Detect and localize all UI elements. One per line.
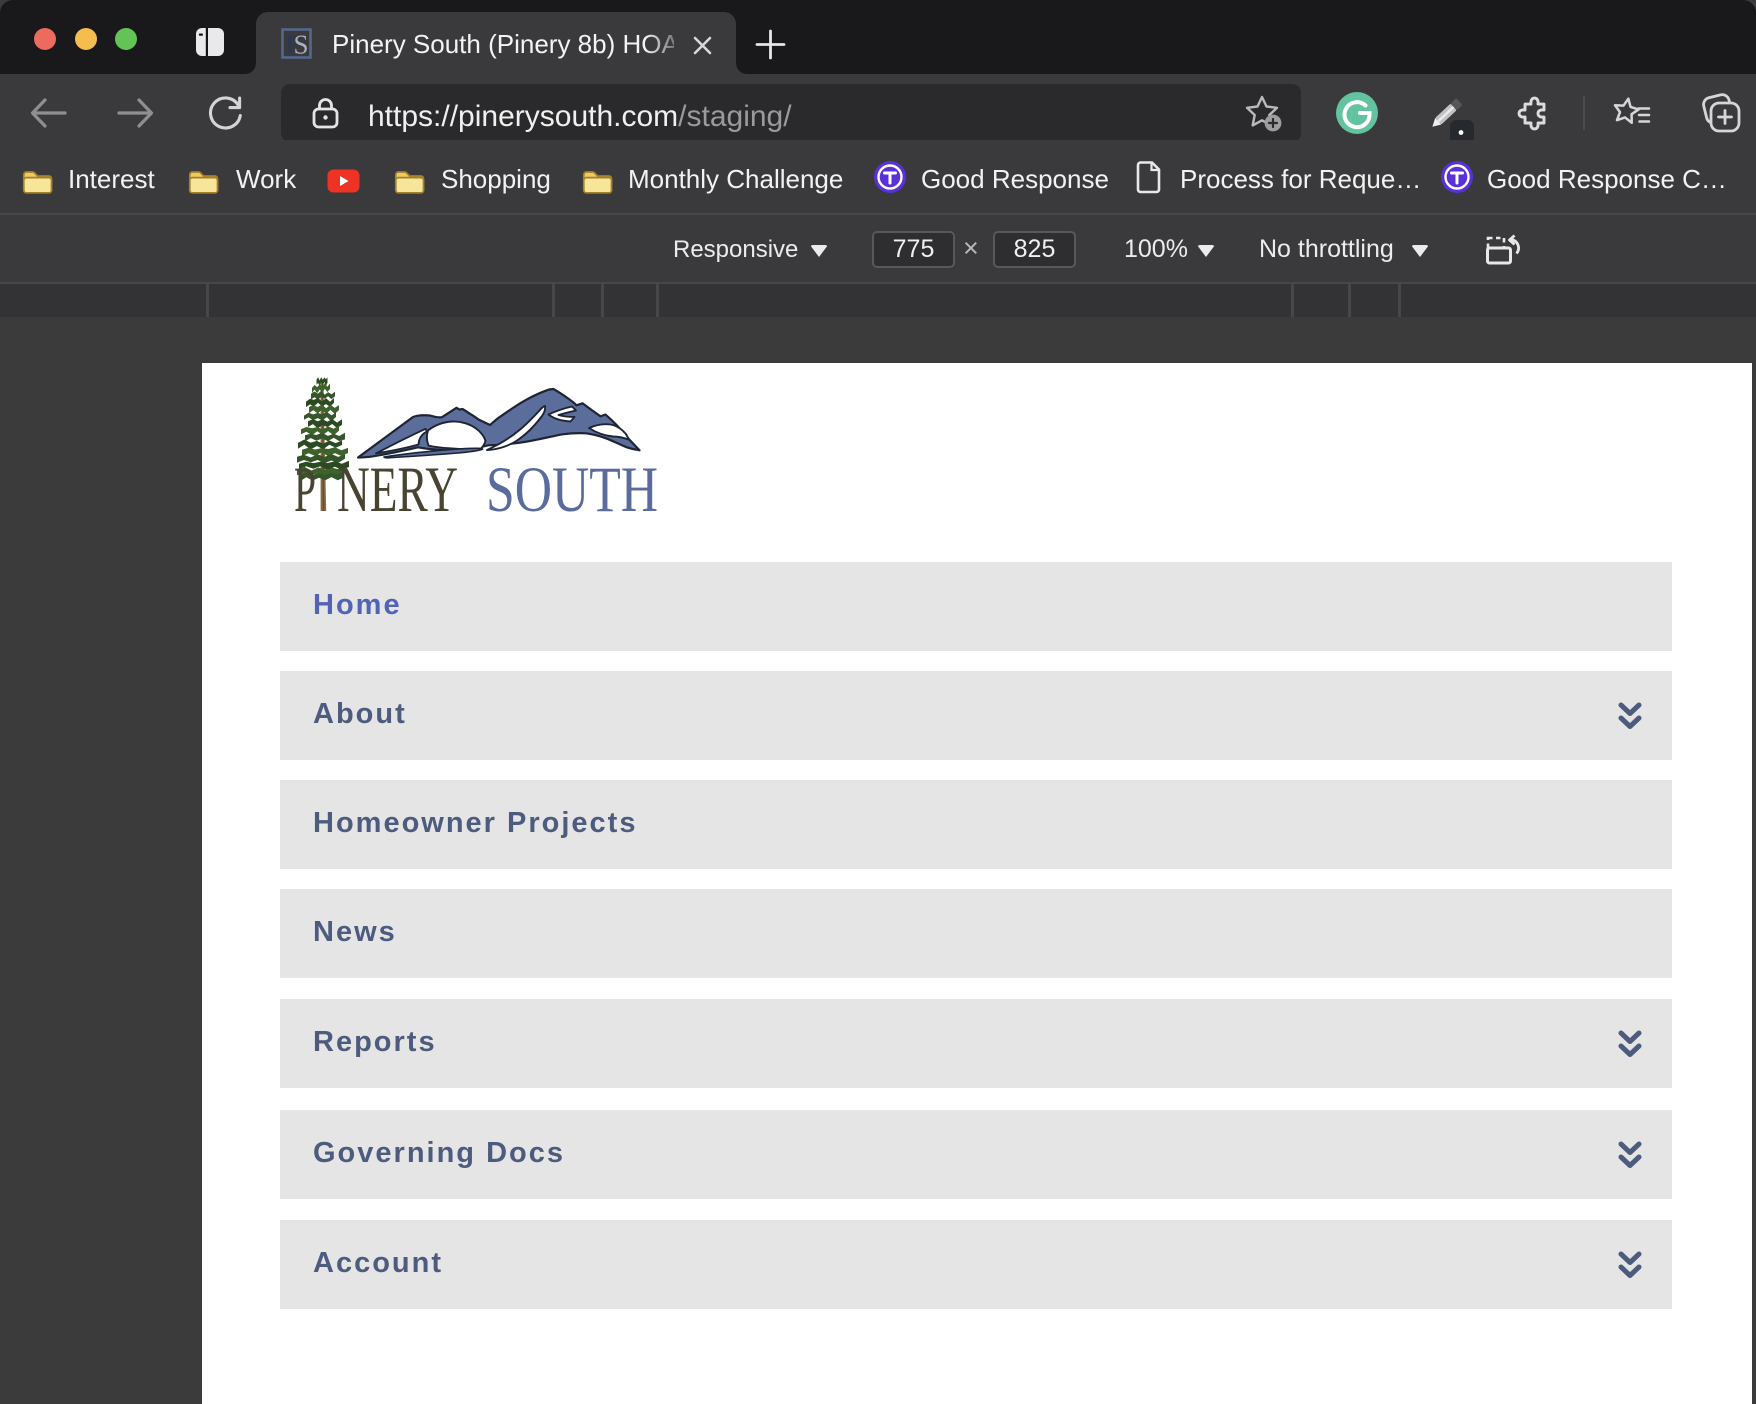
- svg-text:S: S: [294, 30, 309, 60]
- svg-text:NERY: NERY: [337, 454, 458, 521]
- svg-text:P: P: [294, 454, 316, 521]
- svg-text:SOUTH: SOUTH: [486, 454, 658, 521]
